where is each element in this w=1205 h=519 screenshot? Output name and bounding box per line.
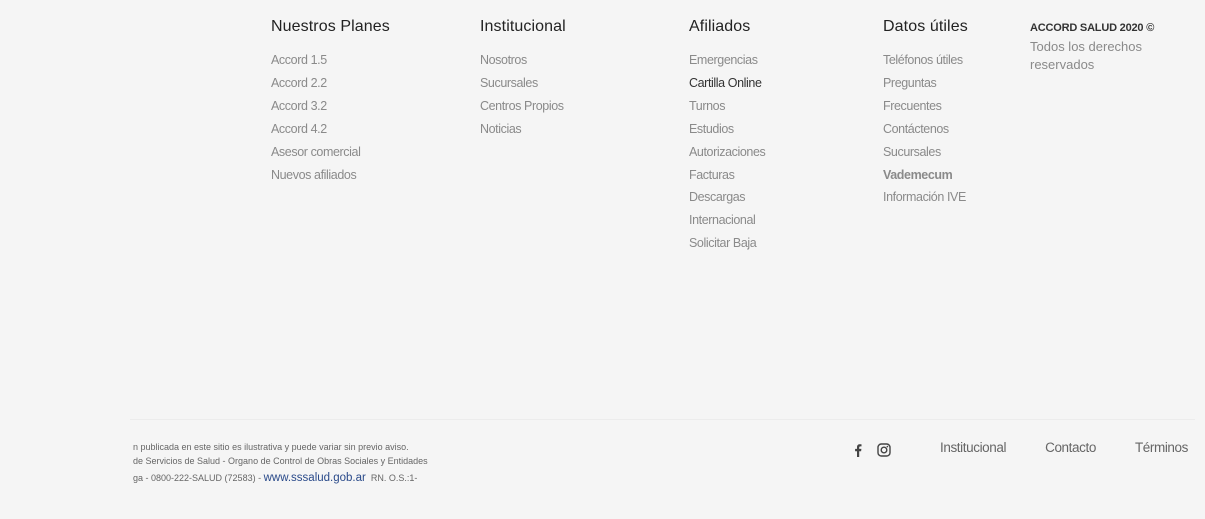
instagram-icon[interactable]: [876, 442, 892, 458]
link-turnos[interactable]: Turnos: [689, 95, 765, 118]
link-internacional[interactable]: Internacional: [689, 209, 765, 232]
link-nuevos-afiliados[interactable]: Nuevos afiliados: [271, 164, 390, 187]
link-asesor-comercial[interactable]: Asesor comercial: [271, 141, 390, 164]
column-title-planes: Nuestros Planes: [271, 18, 390, 35]
footer-column-institucional: Institucional Nosotros Sucursales Centro…: [480, 17, 566, 141]
link-telefonos-utiles[interactable]: Teléfonos útiles: [883, 49, 968, 72]
link-informacion-ive[interactable]: Información IVE: [883, 186, 968, 209]
afiliados-list: Emergencias Cartilla Online Turnos Estud…: [689, 49, 766, 255]
link-noticias[interactable]: Noticias: [480, 118, 566, 141]
footer-column-planes: Nuestros Planes Accord 1.5 Accord 2.2 Ac…: [271, 17, 390, 186]
facebook-icon[interactable]: [850, 442, 866, 458]
copyright-block: ACCORD SALUD 2020 © Todos los derechos r…: [1030, 20, 1200, 74]
link-emergencias[interactable]: Emergencias: [689, 49, 765, 72]
link-accord-3-2[interactable]: Accord 3.2: [271, 95, 390, 118]
bottom-nav-contacto[interactable]: Contacto: [1045, 440, 1096, 455]
link-cartilla-online[interactable]: Cartilla Online: [689, 72, 765, 95]
bottom-nav-terminos[interactable]: Términos: [1135, 440, 1188, 455]
column-title-datos: Datos útiles: [883, 18, 968, 35]
link-autorizaciones[interactable]: Autorizaciones: [689, 141, 766, 164]
link-contactenos[interactable]: Contáctenos: [883, 118, 968, 141]
bottom-nav: Institucional Contacto Términos: [940, 440, 1188, 455]
column-title-afiliados: Afiliados: [689, 18, 751, 35]
footer-column-datos: Datos útiles Teléfonos útiles Preguntas …: [883, 17, 968, 209]
legal-line-2: de Servicios de Salud - Organo de Contro…: [133, 456, 428, 466]
datos-list: Teléfonos útiles Preguntas Frecuentes Co…: [883, 49, 968, 209]
legal-line-3: ga - 0800-222-SALUD (72583) - www.sssalu…: [133, 471, 473, 485]
footer-column-afiliados: Afiliados Emergencias Cartilla Online Tu…: [689, 17, 766, 255]
legal-phone: ga - 0800-222-SALUD (72583) -: [133, 473, 264, 483]
link-solicitar-baja[interactable]: Solicitar Baja: [689, 232, 765, 255]
link-nosotros[interactable]: Nosotros: [480, 49, 566, 72]
footer-divider: [130, 419, 1195, 420]
link-accord-2-2[interactable]: Accord 2.2: [271, 72, 390, 95]
column-title-institucional: Institucional: [480, 18, 566, 35]
bottom-nav-institucional[interactable]: Institucional: [940, 440, 1006, 455]
link-preguntas[interactable]: Preguntas: [883, 72, 968, 95]
link-descargas[interactable]: Descargas: [689, 186, 765, 209]
link-centros-propios[interactable]: Centros Propios: [480, 95, 566, 118]
institucional-list: Nosotros Sucursales Centros Propios Noti…: [480, 49, 566, 141]
social-links: [850, 442, 902, 458]
legal-rn: RN. O.S.:1-: [370, 473, 418, 483]
link-accord-1-5[interactable]: Accord 1.5: [271, 49, 390, 72]
copyright-brand: ACCORD SALUD 2020 ©: [1030, 22, 1155, 34]
link-sucursales[interactable]: Sucursales: [480, 72, 566, 95]
legal-notice: n publicada en este sitio es ilustrativa…: [133, 440, 473, 485]
link-vademecum[interactable]: Vademecum: [883, 164, 968, 187]
planes-list: Accord 1.5 Accord 2.2 Accord 3.2 Accord …: [271, 49, 390, 186]
link-facturas[interactable]: Facturas: [689, 164, 765, 187]
link-estudios[interactable]: Estudios: [689, 118, 765, 141]
sssalud-link[interactable]: www.sssalud.gob.ar: [264, 472, 366, 484]
link-accord-4-2[interactable]: Accord 4.2: [271, 118, 390, 141]
link-sucursales-datos[interactable]: Sucursales: [883, 141, 968, 164]
copyright-rights: Todos los derechos reservados: [1030, 39, 1143, 72]
legal-line-1: n publicada en este sitio es ilustrativa…: [133, 442, 409, 452]
link-frecuentes[interactable]: Frecuentes: [883, 95, 968, 118]
